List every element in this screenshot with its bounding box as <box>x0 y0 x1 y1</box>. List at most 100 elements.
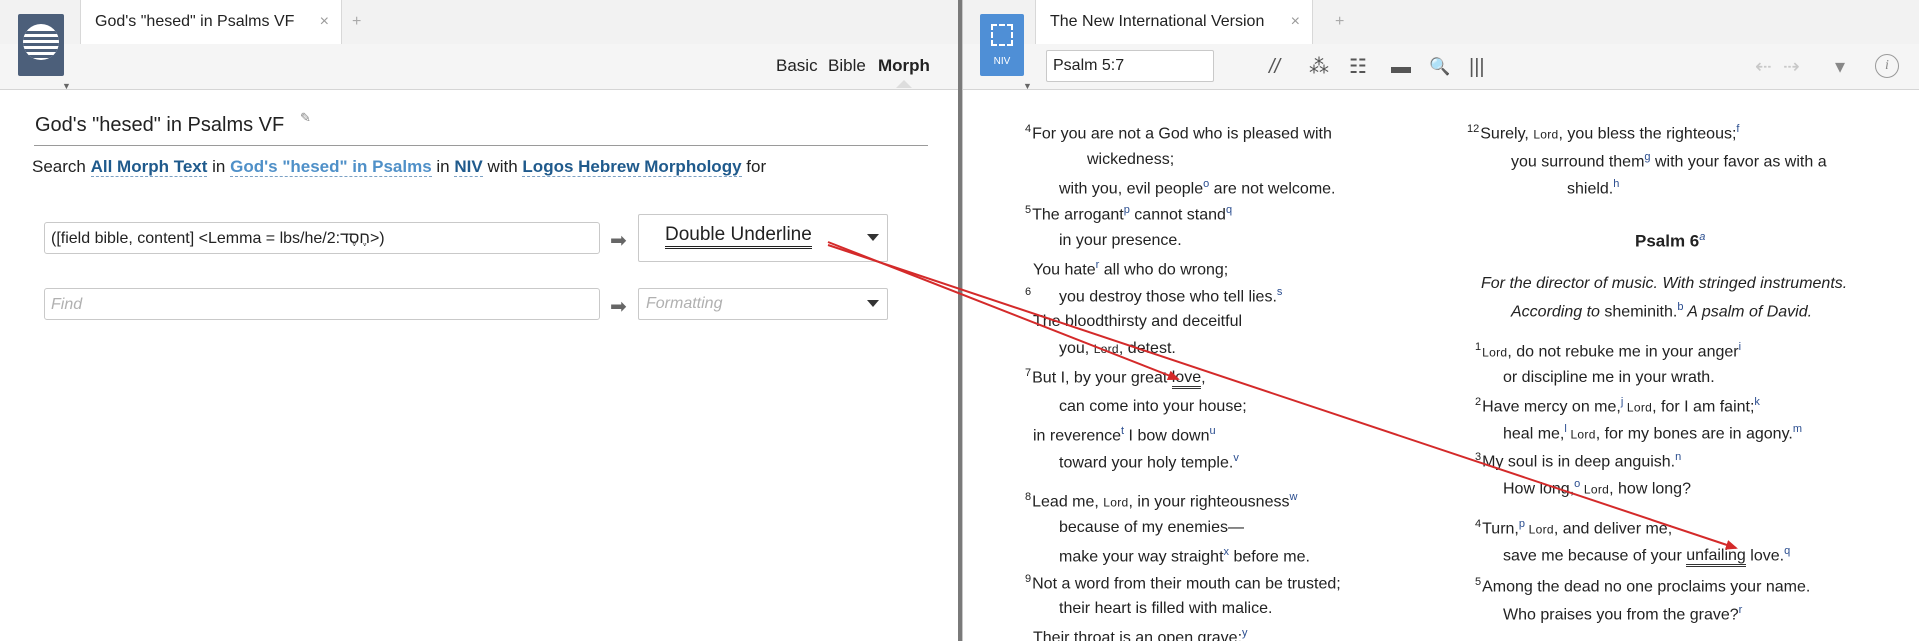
verse-line: How long,o Lord, how long? <box>1503 478 1691 498</box>
close-icon[interactable]: × <box>1291 0 1300 44</box>
verse-line: 2Have mercy on me,j Lord, for I am faint… <box>1475 396 1760 416</box>
active-mode-indicator <box>896 80 912 88</box>
search-word: Search <box>32 157 86 176</box>
history-dropdown-icon[interactable]: ▾ <box>1835 56 1845 78</box>
footnote-marker[interactable]: u <box>1210 425 1216 437</box>
verse-line: in your presence. <box>1059 232 1182 249</box>
add-tab-icon[interactable]: + <box>1335 0 1344 44</box>
chevron-down-icon <box>867 300 879 307</box>
verse-line: 6 <box>1025 286 1032 298</box>
search-word: for <box>746 157 767 176</box>
verse-line: wickedness; <box>1087 151 1175 168</box>
scope-selector[interactable]: All Morph Text <box>90 157 208 177</box>
mode-bible[interactable]: Bible <box>828 56 866 76</box>
mode-basic[interactable]: Basic <box>776 56 818 76</box>
verse-line: 12Surely, Lord, you bless the righteous;… <box>1467 123 1740 143</box>
verse-line: you, Lord, detest. <box>1059 340 1176 357</box>
menu-caret-icon[interactable]: ▼ <box>1023 81 1032 91</box>
logos-icon <box>23 24 59 60</box>
resource-icon <box>991 24 1013 46</box>
verse-line: can come into your house; <box>1059 398 1247 415</box>
list-icon[interactable]: ☷ <box>1349 56 1367 78</box>
footnote-marker[interactable]: r <box>1739 604 1743 616</box>
chevron-down-icon <box>867 234 879 241</box>
footnote-marker[interactable]: q <box>1784 545 1790 557</box>
find-input[interactable]: Find <box>44 288 600 320</box>
panel-icon[interactable]: ▬ <box>1391 56 1411 78</box>
footnote-marker[interactable]: y <box>1242 627 1248 639</box>
verse-line: 4For you are not a God who is pleased wi… <box>1025 123 1332 143</box>
verse-line: heal me,l Lord, for my bones are in agon… <box>1503 423 1802 443</box>
back-icon[interactable]: ⇠ <box>1755 56 1772 78</box>
tab-title: God's "hesed" in Psalms VF <box>95 13 295 30</box>
footnote-marker[interactable]: s <box>1277 286 1283 298</box>
footnote-marker[interactable]: i <box>1739 341 1741 353</box>
left-tab-bar: God's "hesed" in Psalms VF × + <box>0 0 958 45</box>
search-description: Search All Morph Text in God's "hesed" i… <box>32 157 766 177</box>
right-tab-bar: The New International Version × + <box>963 0 1919 45</box>
people-icon[interactable]: ⁂ <box>1309 56 1329 78</box>
verse-line: You hater all who do wrong; <box>1033 259 1229 279</box>
formatting-select-empty[interactable]: Formatting <box>638 288 888 320</box>
divider <box>34 145 928 146</box>
verse-line: 4Turn,p Lord, and deliver me; <box>1475 518 1673 538</box>
search-word: in <box>436 157 450 176</box>
footnote-marker[interactable]: m <box>1793 423 1802 435</box>
verse-line: 1Lord, do not rebuke me in your angeri <box>1475 341 1742 361</box>
highlighted-hesed[interactable]: unfailing <box>1686 547 1746 568</box>
verse-line: their heart is filled with malice. <box>1059 600 1273 617</box>
search-panel: God's "hesed" in Psalms VF × + Basic Bib… <box>0 0 959 641</box>
resource-label: NIV <box>993 56 1011 67</box>
verse-line: because of my enemies— <box>1059 519 1244 536</box>
resource-badge[interactable]: NIV <box>980 14 1024 76</box>
arrow-right-icon: ➡ <box>610 296 627 318</box>
footnote-marker[interactable]: v <box>1233 452 1239 464</box>
highlighted-hesed[interactable]: love <box>1171 369 1202 390</box>
info-icon[interactable]: i <box>1875 54 1899 78</box>
edit-icon[interactable]: ✎ <box>300 110 311 126</box>
verse-line: or discipline me in your wrath. <box>1503 369 1715 386</box>
search-word: in <box>212 157 226 176</box>
footnote-marker[interactable]: f <box>1736 123 1739 135</box>
morphology-selector[interactable]: Logos Hebrew Morphology <box>522 157 742 177</box>
verse-line: shield.h <box>1567 178 1620 198</box>
footnote-marker[interactable]: q <box>1226 204 1232 216</box>
footnote-marker[interactable]: n <box>1675 451 1681 463</box>
formatting-select[interactable]: Double Underline <box>638 214 888 262</box>
verse-line: 9Not a word from their mouth can be trus… <box>1025 573 1341 593</box>
footnote-marker[interactable]: w <box>1289 491 1297 503</box>
tab-niv[interactable]: The New International Version × <box>1035 0 1313 44</box>
formatting-placeholder: Formatting <box>646 295 723 312</box>
verse-line: Their throat is an open grave;y <box>1033 627 1248 641</box>
verse-line: save me because of your unfailing love.q <box>1503 545 1790 568</box>
formatting-value: Double Underline <box>665 224 812 249</box>
mode-morph[interactable]: Morph <box>878 56 930 76</box>
add-tab-icon[interactable]: + <box>352 0 361 44</box>
search-icon[interactable]: 🔍 <box>1429 56 1450 78</box>
footnote-marker[interactable]: a <box>1699 231 1705 243</box>
psalm-superscription: According to sheminith.b A psalm of Davi… <box>1511 301 1813 321</box>
columns-icon[interactable]: ||| <box>1469 56 1485 78</box>
verse-line: Who praises you from the grave?r <box>1503 604 1743 624</box>
footnote-marker[interactable]: k <box>1754 396 1760 408</box>
menu-caret-icon[interactable]: ▼ <box>62 81 71 91</box>
forward-icon[interactable]: ⇢ <box>1783 56 1800 78</box>
verse-line: you destroy those who tell lies.s <box>1059 286 1283 306</box>
query-input[interactable]: ([field bible, content] <Lemma = lbs/he/… <box>44 222 600 254</box>
tab-search[interactable]: God's "hesed" in Psalms VF × <box>80 0 342 44</box>
verse-line: 8Lead me, Lord, in your righteousnessw <box>1025 491 1298 511</box>
verse-line: 3My soul is in deep anguish.n <box>1475 451 1682 471</box>
close-icon[interactable]: × <box>320 0 329 44</box>
reference-input[interactable]: Psalm 5:7 <box>1046 50 1214 82</box>
version-selector[interactable]: NIV <box>454 157 483 177</box>
bible-panel: The New International Version × + NIV ▼ … <box>962 0 1919 641</box>
parallel-icon[interactable]: // <box>1269 56 1280 78</box>
collection-selector[interactable]: God's "hesed" in Psalms <box>230 157 432 177</box>
verse-line: you surround themg with your favor as wi… <box>1511 151 1827 171</box>
verse-line: make your way straightx before me. <box>1059 546 1310 566</box>
page-title[interactable]: God's "hesed" in Psalms VF <box>35 114 284 137</box>
verse-line: 7But I, by your great love, <box>1025 367 1206 390</box>
psalm-heading: Psalm 6a <box>1635 231 1706 251</box>
footnote-marker[interactable]: h <box>1613 178 1619 190</box>
app-logo[interactable] <box>18 14 64 76</box>
